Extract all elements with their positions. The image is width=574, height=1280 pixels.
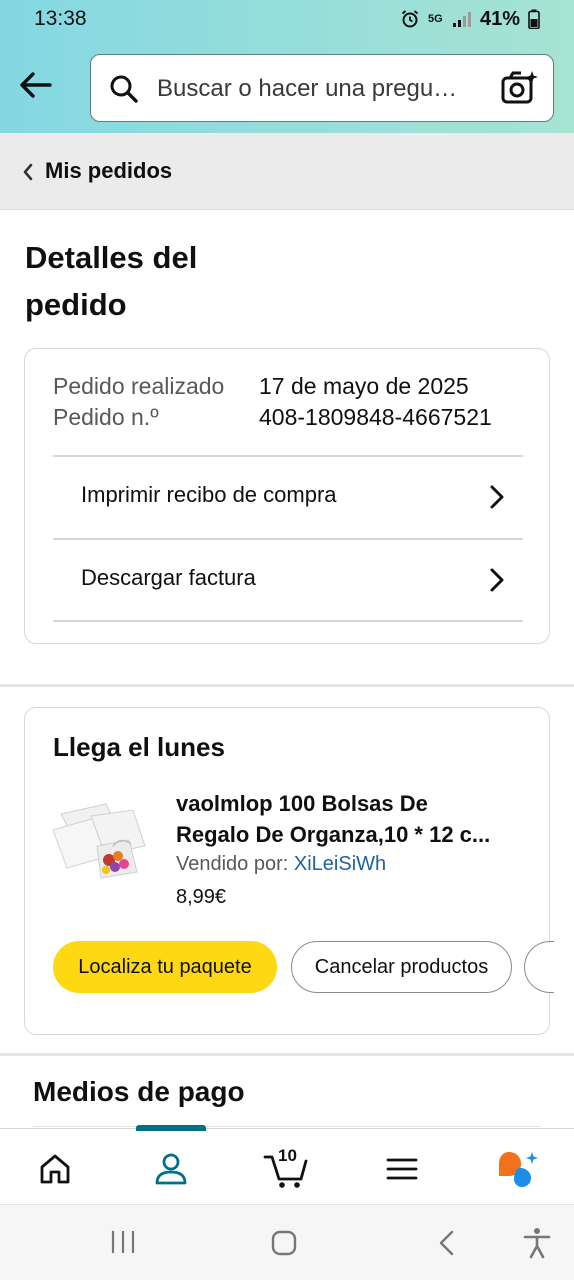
more-actions-button[interactable]	[524, 941, 554, 993]
camera-search-icon[interactable]	[501, 70, 539, 106]
section-separator	[0, 684, 574, 687]
back-button-icon[interactable]	[436, 1229, 456, 1257]
product-title-line2: Regalo De Organza,10 * 12 c...	[176, 822, 491, 847]
cart-count-badge: 10	[278, 1146, 297, 1165]
order-number-label: Pedido n.º	[53, 404, 159, 430]
battery-level: 41%	[479, 7, 520, 30]
network-type-icon: 5G	[427, 12, 443, 25]
order-date-label: Pedido realizado	[53, 373, 225, 399]
order-date-value: 17 de mayo de 2025	[259, 373, 469, 399]
product-image[interactable]	[51, 796, 151, 882]
product-price: 8,99€	[176, 886, 227, 908]
sold-by-label: Vendido por:	[176, 853, 289, 875]
page-title: Detalles del pedido	[25, 234, 285, 328]
cancel-items-button[interactable]: Cancelar productos	[291, 941, 512, 993]
download-invoice-label: Descargar factura	[81, 565, 256, 590]
breadcrumb-label: Mis pedidos	[45, 158, 173, 183]
accessibility-icon[interactable]	[522, 1227, 552, 1259]
active-tab-indicator	[136, 1125, 206, 1131]
sold-by: Vendido por: XiLeiSiWh	[176, 853, 386, 876]
divider	[33, 1126, 541, 1127]
payment-heading: Medios de pago	[33, 1076, 245, 1107]
download-invoice-link[interactable]: Descargar factura	[53, 540, 523, 622]
section-separator	[0, 1053, 574, 1056]
nav-assistant[interactable]	[496, 1147, 540, 1191]
recent-apps-icon[interactable]	[110, 1229, 136, 1255]
chevron-left-icon	[23, 163, 33, 181]
seller-link[interactable]: XiLeiSiWh	[294, 853, 386, 875]
search-input[interactable]: Buscar o hacer una pregu…	[90, 54, 554, 122]
signal-icon	[452, 12, 471, 27]
search-icon	[110, 75, 138, 103]
search-placeholder: Buscar o hacer una pregu…	[157, 75, 458, 102]
bottom-nav	[0, 1125, 574, 1204]
account-icon	[155, 1153, 187, 1185]
chevron-right-icon	[490, 568, 504, 592]
app-header: 13:38 5G 41% Buscar o hacer una pregu…	[0, 0, 574, 133]
status-icons: 5G 41%	[400, 7, 540, 31]
print-receipt-label: Imprimir recibo de compra	[81, 482, 337, 507]
order-number-row: Pedido n.º 408-1809848-4667521	[53, 404, 492, 431]
home-button-icon[interactable]	[270, 1229, 298, 1257]
assistant-icon	[499, 1152, 538, 1187]
nav-home[interactable]	[33, 1147, 77, 1191]
menu-icon	[386, 1158, 418, 1180]
battery-icon	[528, 9, 540, 29]
product-title-line1: vaolmlop 100 Bolsas De	[176, 791, 428, 816]
nav-account[interactable]	[149, 1147, 193, 1191]
print-receipt-link[interactable]: Imprimir recibo de compra	[53, 457, 523, 539]
page-title-line1: Detalles del	[25, 240, 198, 275]
delivery-heading: Llega el lunes	[53, 732, 225, 762]
shipment-card: Llega el lunes vaolmlop 100 Bolsas De Re…	[24, 707, 554, 1035]
chevron-right-icon	[490, 485, 504, 509]
track-package-button[interactable]: Localiza tu paquete	[53, 941, 277, 993]
home-icon	[40, 1154, 70, 1184]
product-title[interactable]: vaolmlop 100 Bolsas De Regalo De Organza…	[176, 788, 526, 850]
divider	[53, 620, 523, 622]
order-date-row: Pedido realizado 17 de mayo de 2025	[53, 373, 469, 400]
page-title-line2: pedido	[25, 287, 127, 322]
system-nav-bar	[0, 1204, 574, 1280]
back-arrow-icon[interactable]	[16, 68, 56, 102]
nav-menu[interactable]	[380, 1147, 424, 1191]
status-time: 13:38	[34, 7, 87, 30]
order-info-card: Pedido realizado 17 de mayo de 2025 Pedi…	[24, 348, 550, 644]
breadcrumb[interactable]: Mis pedidos	[0, 133, 574, 210]
status-bar: 13:38 5G 41%	[0, 0, 574, 38]
order-number-value: 408-1809848-4667521	[259, 404, 492, 430]
alarm-icon	[401, 10, 419, 28]
